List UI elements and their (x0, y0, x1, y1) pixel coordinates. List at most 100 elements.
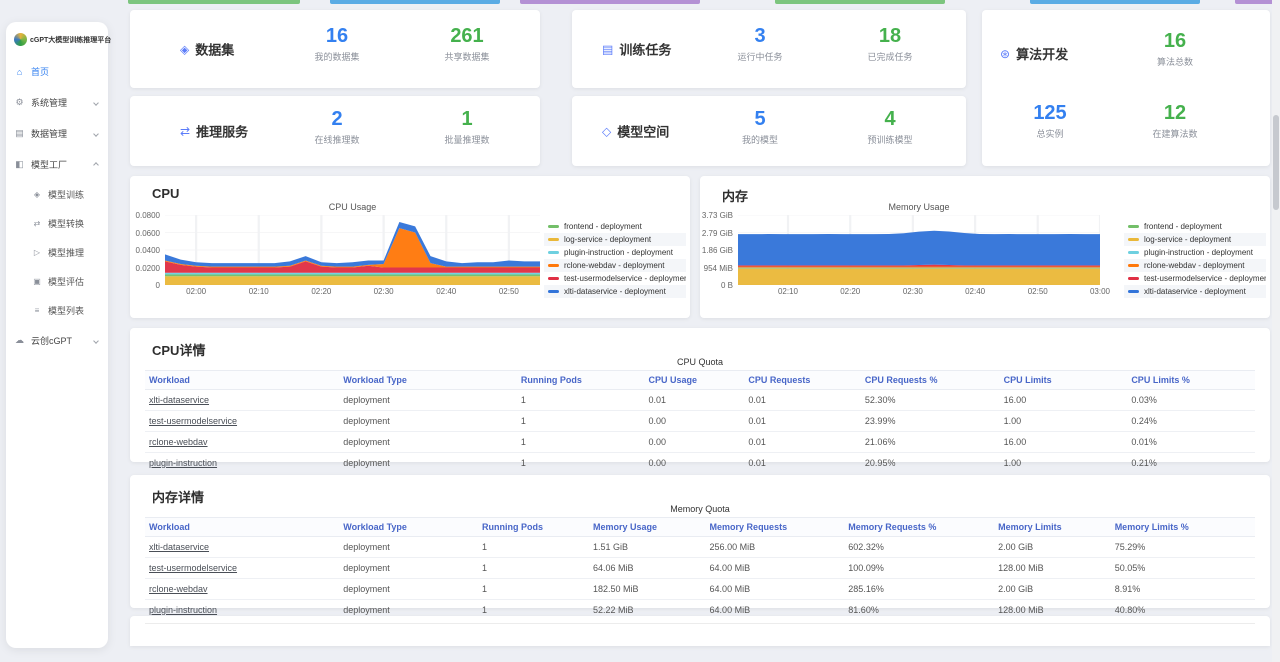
sidebar-item-system-management[interactable]: ⚙ 系统管理 (6, 87, 108, 118)
sidebar-item-cloud-cgpt[interactable]: ☁ 云创cGPT (6, 325, 108, 356)
x-tick-label: 02:10 (248, 287, 269, 296)
table-row: rclone-webdav deployment 1 182.50 MiB 64.00 … (145, 578, 1255, 600)
column-header[interactable]: Memory Requests (705, 517, 845, 537)
legend-item[interactable]: test-usermodelservice - deployment (544, 272, 686, 285)
legend-item[interactable]: test-usermodelservice - deployment (1124, 272, 1266, 285)
sidebar-item-model-training[interactable]: ◈ 模型训练 (6, 180, 108, 209)
column-header[interactable]: Memory Limits % (1110, 517, 1255, 537)
column-header[interactable]: Workload (145, 370, 340, 390)
legend-item[interactable]: plugin-instruction - deployment (544, 246, 686, 259)
chevron-down-icon (93, 99, 99, 106)
x-tick-label: 02:40 (436, 287, 457, 296)
y-tick-label: 0.0600 (135, 228, 160, 238)
legend-label: log-service - deployment (1144, 235, 1232, 244)
scrollbar-thumb[interactable] (1273, 115, 1279, 210)
sidebar-item-label: 模型列表 (48, 306, 85, 316)
table-row: xlti-dataservice deployment 1 1.51 GiB 256.0… (145, 536, 1255, 558)
legend-color-swatch (1128, 277, 1139, 280)
column-header[interactable]: Running Pods (478, 517, 589, 537)
cpu-quota-card: CPU详情 CPU Quota Workload Workload Type Run… (130, 328, 1270, 474)
cpu-plot-area (165, 215, 540, 285)
legend-item[interactable]: rclone-webdav - deployment (544, 259, 686, 272)
table-cell: deployment (339, 431, 517, 453)
x-tick-label: 02:40 (965, 287, 986, 296)
sidebar-menu: ⌂ 首页 ⚙ 系统管理 ▤ 数据管理 ◧ 模型工厂 ◈ 模型训练 ⇄ 模型转换 ▷ 模型推理 ▣ 模型评估 ≡ 模… (6, 56, 108, 356)
table-cell: 64.00 MiB (705, 578, 845, 600)
workload-link[interactable]: rclone-webdav (145, 578, 340, 600)
workload-link[interactable]: xlti-dataservice (145, 389, 340, 411)
legend-item[interactable]: frontend - deployment (1124, 220, 1266, 233)
column-header[interactable]: CPU Requests (744, 370, 861, 390)
table-cell: 1.00 (999, 452, 1128, 474)
legend-label: plugin-instruction - deployment (1144, 248, 1253, 257)
stat-label: 总实例 (1036, 129, 1064, 139)
x-tick-label: 02:00 (186, 287, 207, 296)
workload-link[interactable]: test-usermodelservice (145, 557, 340, 579)
memory-legend: frontend - deployment log-service - deplo… (1124, 220, 1266, 298)
sidebar-item-model-list[interactable]: ≡ 模型列表 (6, 296, 108, 325)
workload-link[interactable]: plugin-instruction (145, 452, 340, 474)
legend-item[interactable]: xlti-dataservice - deployment (544, 285, 686, 298)
table-cell: 0.01% (1127, 431, 1255, 453)
legend-item[interactable]: plugin-instruction - deployment (1124, 246, 1266, 259)
stat-algorithm-total: 16 算法总数 (1120, 30, 1230, 68)
table-cell: 20.95% (860, 452, 1000, 474)
column-header[interactable]: CPU Usage (644, 370, 745, 390)
memory-quota-card: 内存详情 Memory Quota Workload Workload Type R… (130, 475, 1270, 621)
column-header[interactable]: Memory Usage (589, 517, 706, 537)
table-cell: 1.51 GiB (589, 536, 706, 558)
stat-value: 125 (1033, 102, 1067, 124)
table-cell: deployment (339, 389, 517, 411)
table-cell: 0.01 (644, 389, 745, 411)
stat-running-tasks: 3 运行中任务 (705, 25, 815, 63)
workload-link[interactable]: test-usermodelservice (145, 410, 340, 432)
column-header[interactable]: CPU Limits % (1127, 370, 1255, 390)
table-cell: 23.99% (860, 410, 1000, 432)
sidebar-item-home[interactable]: ⌂ 首页 (6, 56, 108, 87)
sidebar-item-label: 模型训练 (48, 190, 85, 200)
stat-label: 我的模型 (741, 135, 778, 145)
sidebar-item-label: 系统管理 (31, 98, 68, 108)
stat-batch-inference: 1 批量推理数 (412, 108, 522, 146)
sidebar-item-data-management[interactable]: ▤ 数据管理 (6, 118, 108, 149)
workload-link[interactable]: xlti-dataservice (145, 536, 340, 558)
column-header[interactable]: Running Pods (516, 370, 645, 390)
stat-online-inference: 2 在线推理数 (282, 108, 392, 146)
y-tick-label: 0 B (720, 281, 733, 290)
column-header[interactable]: Workload Type (339, 370, 517, 390)
table-row: xlti-dataservice deployment 1 0.01 0.01 52.30… (145, 389, 1255, 411)
home-icon: ⌂ (16, 66, 23, 77)
column-header[interactable]: Workload (145, 517, 340, 537)
legend-item[interactable]: xlti-dataservice - deployment (1124, 285, 1266, 298)
table-cell: 100.09% (844, 557, 995, 579)
legend-item[interactable]: frontend - deployment (544, 220, 686, 233)
stat-card-model-space: ◇ 模型空间 5 我的模型 4 预训练模型 (572, 96, 966, 166)
stat-my-datasets: 16 我的数据集 (282, 25, 392, 63)
workload-link[interactable]: rclone-webdav (145, 431, 340, 453)
gear-icon: ⚙ (15, 97, 24, 107)
legend-item[interactable]: log-service - deployment (544, 233, 686, 246)
legend-color-swatch (1128, 225, 1139, 228)
column-header[interactable]: Memory Requests % (844, 517, 995, 537)
top-card-edge (1030, 0, 1200, 4)
legend-label: rclone-webdav - deployment (564, 261, 665, 270)
scrollbar-track[interactable] (1272, 0, 1280, 662)
column-header[interactable]: Workload Type (339, 517, 478, 537)
convert-icon: ⇄ (33, 219, 41, 228)
column-header[interactable]: Memory Limits (994, 517, 1111, 537)
column-header[interactable]: CPU Requests % (860, 370, 1000, 390)
sidebar-item-model-evaluation[interactable]: ▣ 模型评估 (6, 267, 108, 296)
legend-color-swatch (1128, 238, 1139, 241)
column-header[interactable]: CPU Limits (999, 370, 1128, 390)
table-cell: deployment (339, 410, 517, 432)
table-cell: 1.00 (999, 410, 1128, 432)
table-cell: 16.00 (999, 389, 1128, 411)
legend-item[interactable]: log-service - deployment (1124, 233, 1266, 246)
sidebar-item-model-inference[interactable]: ▷ 模型推理 (6, 238, 108, 267)
legend-item[interactable]: rclone-webdav - deployment (1124, 259, 1266, 272)
sidebar-item-label: 模型评估 (48, 277, 85, 287)
sidebar-item-model-factory[interactable]: ◧ 模型工厂 (6, 149, 108, 180)
stat-label: 在线推理数 (314, 135, 360, 145)
sidebar-item-model-conversion[interactable]: ⇄ 模型转换 (6, 209, 108, 238)
stat-card-title: 训练任务 (619, 42, 672, 58)
